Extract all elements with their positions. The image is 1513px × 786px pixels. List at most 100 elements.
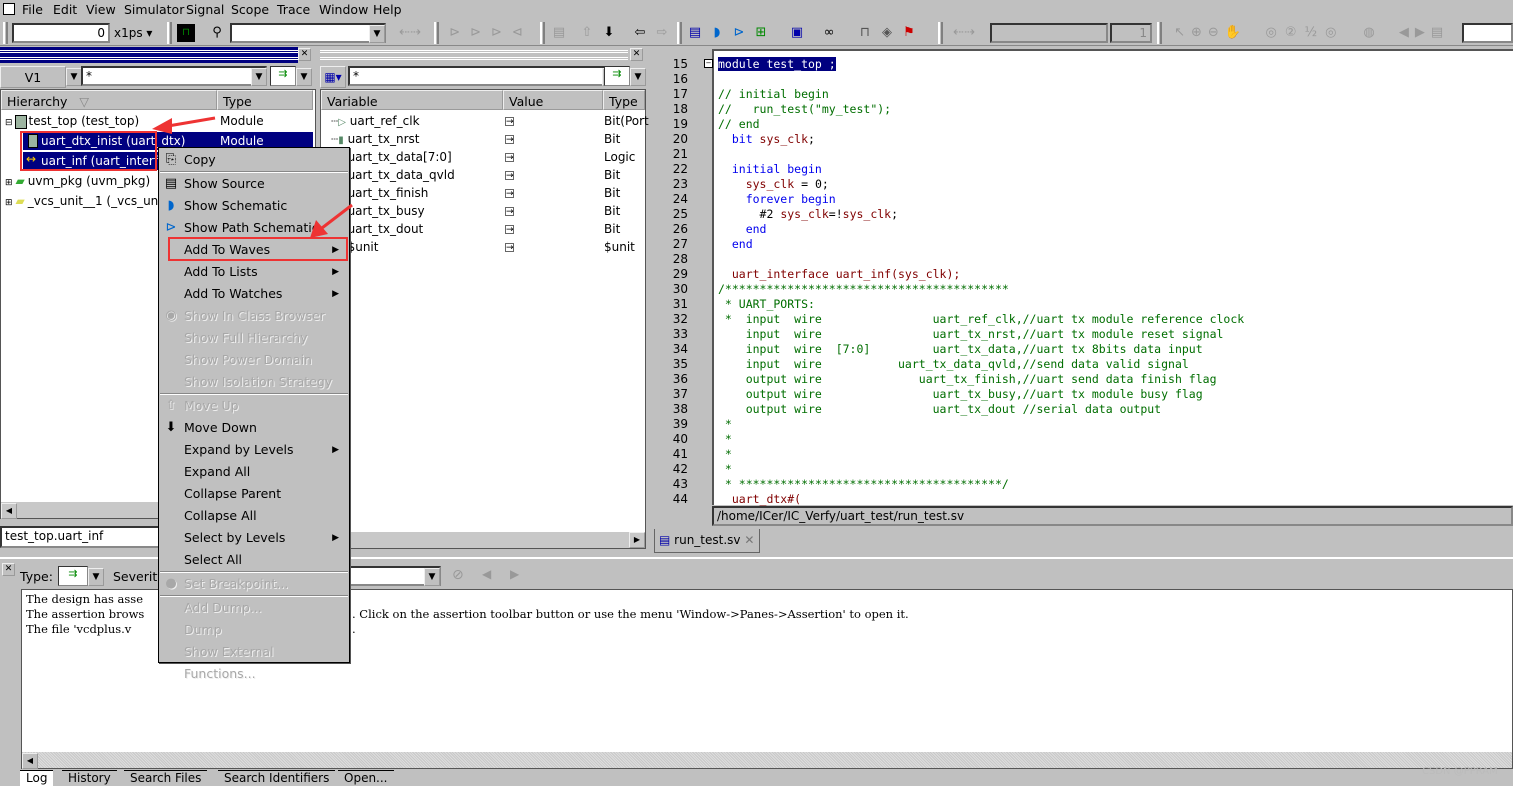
scroll-right-icon[interactable]: ▶ <box>629 532 645 548</box>
variable-type: Bit(Port <box>604 114 649 128</box>
zoom-tools-icons[interactable]: ↖⊕⊖✋ <box>1168 24 1253 42</box>
eraser-icon[interactable]: ◈ <box>878 24 896 42</box>
move-down-icon[interactable]: ⬇ <box>600 24 618 42</box>
code-line: * input wire uart_ref_clk,//uart tx modu… <box>718 312 1244 327</box>
menu-item-add-dump[interactable]: Add Dump... <box>159 597 349 619</box>
toolbar-extra-input[interactable] <box>1462 23 1513 43</box>
code-line: * UART_PORTS: <box>718 297 815 312</box>
line-number: 29 <box>672 267 688 281</box>
code-token: end <box>718 237 753 251</box>
line-number: 23 <box>672 177 688 191</box>
chevron-down-icon[interactable]: ▼ <box>88 568 104 586</box>
menu-item-show-external-functions[interactable]: Show External Functions... <box>159 641 349 681</box>
scope-combo[interactable] <box>990 23 1108 43</box>
code-token: * **************************************… <box>718 477 1009 491</box>
code-token: uart_dtx#( <box>718 492 802 506</box>
log-line: The file 'vcdplus.v <box>26 622 132 636</box>
path-schematic-icon[interactable]: ⊳ <box>730 24 748 42</box>
menu-item-label: Select by Levels <box>184 530 286 545</box>
zoom-full-icon[interactable]: ◍ <box>1360 24 1378 42</box>
filter-type-icon[interactable]: ⇉ <box>604 66 630 86</box>
menu-item-show-isolation-strategy[interactable]: Show Isolation Strategy <box>159 371 349 393</box>
code-token: uart_interface uart_inf(sys_clk); <box>718 267 961 281</box>
scroll-left-icon[interactable]: ◀ <box>1 503 17 519</box>
line-number: 15 <box>672 57 688 71</box>
value-expand-icon[interactable]: → <box>505 153 514 163</box>
hierarchy-icon[interactable]: ⊞ <box>752 24 770 42</box>
horizontal-scrollbar[interactable]: ▶ <box>321 532 645 548</box>
zoom-fit-icons[interactable]: ◎②½◎ <box>1260 24 1350 42</box>
toolbar-grip[interactable] <box>938 22 943 44</box>
toolbar-grip[interactable] <box>540 22 545 44</box>
close-icon[interactable]: ✕ <box>2 563 15 576</box>
toolbar-grip[interactable] <box>434 22 439 44</box>
column-value[interactable]: Value <box>503 90 603 110</box>
menu-item-select-all[interactable]: Select All <box>159 549 349 571</box>
menu-item-show-in-class-browser[interactable]: ◉ Show In Class Browser <box>159 305 349 327</box>
column-type[interactable]: Type <box>603 90 645 110</box>
value-expand-icon[interactable]: → <box>505 189 514 199</box>
line-number: 37 <box>672 387 688 401</box>
next-icon[interactable]: ▶ <box>510 567 519 581</box>
value-expand-icon[interactable]: → <box>505 243 514 253</box>
value-expand-icon[interactable]: → <box>505 225 514 235</box>
menu-item-label: Show Power Domain <box>184 352 312 367</box>
fold-icon[interactable]: − <box>704 59 713 68</box>
tab-run-test-sv[interactable]: ▤ run_test.sv ✕ <box>654 529 760 553</box>
menu-item-move-down[interactable]: ⬇ Move Down <box>159 417 349 439</box>
menu-item-set-breakpoint[interactable]: ● Set Breakpoint... <box>159 573 349 595</box>
value-expand-icon[interactable]: → <box>505 117 514 127</box>
line-number: 42 <box>672 462 688 476</box>
code-token: ; <box>808 132 815 146</box>
toolbar-grip[interactable] <box>677 22 682 44</box>
trace-drivers-icons[interactable]: ⊳⊳⊳⊲ <box>446 24 536 42</box>
scroll-left-icon[interactable]: ◀ <box>22 753 38 769</box>
move-up-icon[interactable]: ⇧ <box>578 24 596 42</box>
variable-type: Bit <box>604 168 621 182</box>
code-line: module test_top ; <box>718 57 836 72</box>
menu-item-show-full-hierarchy[interactable]: Show Full Hierarchy <box>159 327 349 349</box>
properties-icon[interactable]: ▤ <box>550 24 568 42</box>
log-line: The assertion brows <box>26 607 145 621</box>
menu-item-expand-by-levels[interactable]: Expand by Levels ▶ <box>159 439 349 461</box>
clear-icon[interactable]: ⊘ <box>452 567 464 583</box>
menu-item-expand-all[interactable]: Expand All <box>159 461 349 483</box>
close-icon[interactable]: ✕ <box>630 48 643 61</box>
page-nav-icons[interactable]: ◀▶▤ <box>1392 24 1456 42</box>
menu-item-collapse-parent[interactable]: Collapse Parent <box>159 483 349 505</box>
chevron-down-icon[interactable]: ▼ <box>424 568 440 586</box>
flags-icon[interactable]: ⚑ <box>900 24 918 42</box>
line-number: 24 <box>672 192 688 206</box>
nav-arrows-icon[interactable]: ⇠⇢ <box>946 24 982 42</box>
value-expand-icon[interactable]: → <box>505 135 514 145</box>
close-tab-icon[interactable]: ✕ <box>741 533 754 547</box>
chevron-down-icon[interactable]: ▼ <box>630 68 646 86</box>
menu-item-collapse-all[interactable]: Collapse All <box>159 505 349 527</box>
menu-item-label: Show Full Hierarchy <box>184 330 308 345</box>
menu-item-select-by-levels[interactable]: Select by Levels ▶ <box>159 527 349 549</box>
code-line: * <box>718 462 732 477</box>
schematic-icon[interactable]: ◗ <box>708 24 726 42</box>
variable-type: $unit <box>604 240 635 254</box>
wave-window-icon[interactable]: ▣ <box>788 24 806 42</box>
code-line: bit sys_clk; <box>718 132 815 147</box>
watermark: CSDN @PPRAM <box>1422 766 1498 777</box>
horizontal-scrollbar[interactable]: ◀ <box>22 752 1512 769</box>
watch-icon[interactable]: ∞ <box>820 24 838 42</box>
back-icon[interactable]: ⇦ <box>631 24 649 42</box>
menu-item-move-up[interactable]: ⇧ Move Up <box>159 395 349 417</box>
line-number: 25 <box>672 207 688 221</box>
previous-icon[interactable]: ◀ <box>482 567 491 581</box>
toolbar-grip[interactable] <box>1157 22 1162 44</box>
forward-icon[interactable]: ⇨ <box>653 24 671 42</box>
page-input[interactable]: 1 <box>1110 23 1152 43</box>
signal-icon[interactable]: ⊓ <box>856 24 874 42</box>
value-expand-icon[interactable]: → <box>505 171 514 181</box>
menu-item-dump[interactable]: Dump <box>159 619 349 641</box>
menu-item-show-power-domain[interactable]: Show Power Domain <box>159 349 349 371</box>
severity-label: Severity <box>113 569 165 584</box>
type-filter-icon[interactable]: ⇉ <box>58 566 88 586</box>
source-icon[interactable]: ▤ <box>686 24 704 42</box>
value-expand-icon[interactable]: → <box>505 207 514 217</box>
code-line: uart_interface uart_inf(sys_clk); <box>718 267 960 282</box>
